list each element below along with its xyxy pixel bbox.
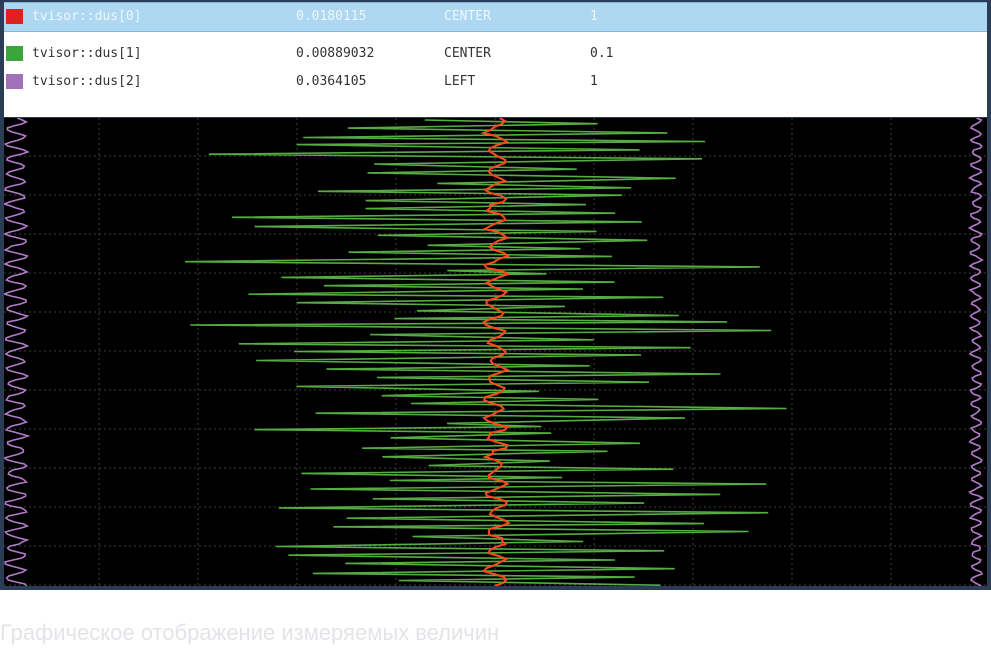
channel-color-swatch [6, 9, 23, 24]
channel-value: 0.0364105 [296, 74, 367, 89]
channel-name: tvisor::dus[1] [32, 46, 142, 61]
channel-row-2[interactable]: tvisor::dus[2] 0.0364105 LEFT 1 [4, 68, 987, 96]
channel-name: tvisor::dus[2] [32, 74, 142, 89]
trace-dus2-right [967, 118, 985, 586]
channel-row-0[interactable]: tvisor::dus[0] 0.0180115 CENTER 1 [4, 2, 987, 32]
channel-name: tvisor::dus[0] [32, 9, 142, 24]
oscilloscope-plot[interactable] [4, 118, 987, 586]
trace-canvas [4, 118, 987, 586]
figure-caption: Графическое отображение измеряемых велич… [0, 620, 500, 645]
channel-list: tvisor::dus[0] 0.0180115 CENTER 1 tvisor… [4, 2, 987, 117]
channel-scale: 0.1 [590, 46, 614, 61]
channel-scale: 1 [590, 9, 598, 24]
channel-align: CENTER [444, 46, 491, 61]
channel-color-swatch [6, 46, 23, 61]
channel-color-swatch [6, 74, 23, 89]
channel-align: CENTER [444, 9, 491, 24]
window-frame: tvisor::dus[0] 0.0180115 CENTER 1 tvisor… [0, 0, 991, 590]
trace-dus2-left [4, 118, 31, 586]
channel-value: 0.0180115 [296, 9, 367, 24]
channel-align: LEFT [444, 74, 476, 89]
channel-row-1[interactable]: tvisor::dus[1] 0.00889032 CENTER 0.1 [4, 40, 987, 68]
channel-value: 0.00889032 [296, 46, 375, 61]
channel-scale: 1 [590, 74, 598, 89]
